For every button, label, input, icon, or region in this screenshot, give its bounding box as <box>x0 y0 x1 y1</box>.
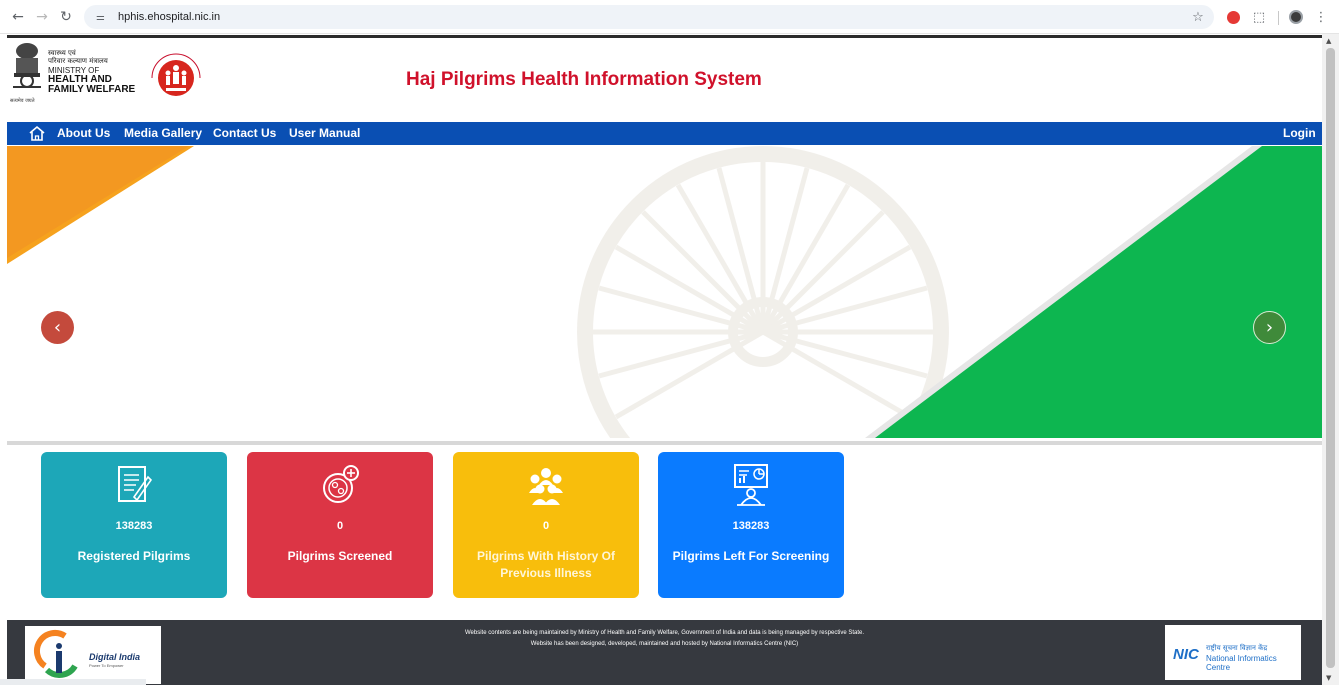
stat-card-pilgrims-screened[interactable]: 0 Pilgrims Screened <box>247 452 433 598</box>
page: स्वास्थ्य एवं परिवार कल्याण मंत्रालय MIN… <box>0 34 1322 685</box>
chevron-left-icon: ‹ <box>53 317 62 338</box>
carousel-prev-button[interactable]: ‹ <box>41 311 74 344</box>
stat-value: 138283 <box>732 520 770 532</box>
menu-icon[interactable]: ⋮ <box>1312 8 1330 26</box>
national-health-mission-logo <box>151 53 201 96</box>
carousel-slide-image <box>7 146 1322 438</box>
nic-hindi-name: राष्ट्रीय सूचना विज्ञान केंद्र <box>1206 644 1268 652</box>
scroll-down-icon[interactable]: ▼ <box>1326 674 1331 682</box>
stat-value: 0 <box>542 520 550 532</box>
browser-toolbar: ← → ↻ ⚌ hphis.ehospital.nic.in ☆ ⬚ ⋮ <box>0 0 1339 34</box>
address-url[interactable]: hphis.ehospital.nic.in <box>118 11 220 23</box>
stat-value: 138283 <box>115 520 153 532</box>
site-settings-icon[interactable]: ⚌ <box>96 11 110 23</box>
page-title: Haj Pilgrims Health Information System <box>406 69 762 90</box>
toolbar-separator <box>1278 11 1279 25</box>
stat-label: Pilgrims Left For Screening <box>672 549 830 563</box>
site-header: स्वास्थ्य एवं परिवार कल्याण मंत्रालय MIN… <box>0 38 1322 110</box>
ministry-logo-text: स्वास्थ्य एवं परिवार कल्याण मंत्रालय MIN… <box>10 49 148 104</box>
ministry-hindi-line-2: परिवार कल्याण मंत्रालय <box>48 57 108 65</box>
stat-label: Pilgrims Screened <box>287 549 393 563</box>
stat-value: 0 <box>336 520 344 532</box>
carousel-next-button[interactable]: › <box>1253 311 1286 344</box>
nic-english-name: National Informatics Centre <box>1206 654 1277 672</box>
registration-form-icon <box>118 466 153 502</box>
ministry-hindi-line-1: स्वास्थ्य एवं <box>48 49 76 57</box>
emblem-motto: सत्यमेव जयते <box>10 98 35 104</box>
login-link[interactable]: Login <box>1283 126 1316 140</box>
footer-line-2: Website has been designed, developed, ma… <box>530 641 799 647</box>
scroll-up-icon[interactable]: ▲ <box>1326 37 1331 45</box>
presentation-person-icon <box>734 464 768 506</box>
page-scrollbar[interactable]: ▲ ▼ <box>1322 34 1339 685</box>
adblock-icon[interactable] <box>1224 8 1242 26</box>
bookmark-star-icon[interactable]: ☆ <box>1189 8 1207 26</box>
nav-contact-us[interactable]: Contact Us <box>213 126 276 140</box>
site-footer: Digital India Power To Empower Website c… <box>7 620 1322 685</box>
chevron-right-icon: › <box>1265 317 1274 338</box>
footer-text: Website contents are being maintained by… <box>7 628 1322 650</box>
status-bar <box>0 679 146 685</box>
address-bar[interactable]: ⚌ hphis.ehospital.nic.in <box>84 5 1214 29</box>
digital-india-tagline: Power To Empower <box>89 663 124 668</box>
nic-logo[interactable]: NIC राष्ट्रीय सूचना विज्ञान केंद्र Natio… <box>1165 625 1301 680</box>
reload-icon[interactable]: ↻ <box>56 7 76 27</box>
stat-card-previous-illness[interactable]: 0 Pilgrims With History Of Previous Illn… <box>453 452 639 598</box>
ministry-english-line-3: FAMILY WELFARE <box>48 84 136 95</box>
scrollbar-thumb[interactable] <box>1326 48 1335 668</box>
stat-card-left-for-screening[interactable]: 138283 Pilgrims Left For Screening <box>658 452 844 598</box>
home-icon[interactable] <box>28 125 46 142</box>
nav-about-us[interactable]: About Us <box>57 126 110 140</box>
group-people-icon <box>529 468 563 505</box>
ashoka-chakra-watermark <box>577 146 949 438</box>
digital-india-text: Digital India <box>89 652 141 662</box>
hero-carousel[interactable]: ‹ › <box>7 146 1322 438</box>
extensions-icon[interactable]: ⬚ <box>1250 8 1268 26</box>
stat-card-registered-pilgrims[interactable]: 138283 Registered Pilgrims <box>41 452 227 598</box>
back-icon[interactable]: ← <box>8 7 28 27</box>
forward-icon[interactable]: → <box>32 7 52 27</box>
nav-user-manual[interactable]: User Manual <box>289 126 360 140</box>
profile-icon[interactable] <box>1287 8 1305 26</box>
national-emblem-icon <box>13 43 41 88</box>
nic-mark: NIC <box>1173 646 1199 663</box>
footer-line-1: Website contents are being maintained by… <box>465 630 864 636</box>
stat-label: Pilgrims With History Of Previous Illnes… <box>477 549 615 580</box>
main-navbar: About Us Media Gallery Contact Us User M… <box>7 122 1322 145</box>
section-divider <box>7 441 1322 445</box>
stat-label: Registered Pilgrims <box>77 549 191 563</box>
nav-media-gallery[interactable]: Media Gallery <box>124 126 202 140</box>
screening-cells-icon <box>323 465 359 503</box>
